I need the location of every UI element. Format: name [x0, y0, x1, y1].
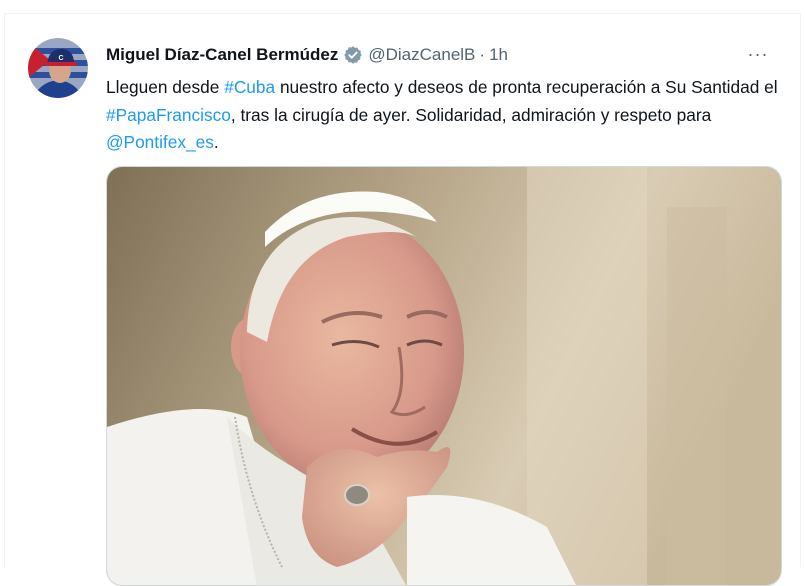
tweet-text-part: nuestro afecto y deseos de pronta recupe…: [275, 77, 778, 97]
tweet-header: Miguel Díaz-Canel Bermúdez @DiazCanelB ·…: [106, 44, 508, 66]
tweet-text-part: Lleguen desde: [106, 77, 225, 97]
tweet-text-part: , tras la cirugía de ayer. Solidaridad, …: [230, 104, 712, 125]
hashtag-papafrancisco-link[interactable]: #PapaFrancisco: [106, 105, 231, 125]
separator-dot: ·: [479, 45, 486, 64]
hashtag-cuba-link[interactable]: #Cuba: [224, 77, 275, 97]
avatar[interactable]: C: [28, 38, 88, 98]
tweet-text-part: .: [213, 132, 219, 153]
tweet-timestamp[interactable]: 1h: [489, 45, 508, 65]
author-name[interactable]: Miguel Díaz-Canel Bermúdez: [106, 45, 338, 65]
author-handle[interactable]: @DiazCanelB: [368, 45, 475, 65]
tweet-card[interactable]: C Miguel Díaz-Canel Bermúdez @DiazCanelB…: [4, 13, 801, 586]
tweet-text: Lleguen desde #Cuba nuestro afecto y des…: [106, 74, 786, 157]
verified-badge-icon: [343, 45, 363, 65]
svg-text:C: C: [58, 55, 63, 62]
tweet-photo[interactable]: [106, 166, 782, 586]
more-options-icon[interactable]: ···: [746, 42, 770, 66]
mention-pontifex-link[interactable]: @Pontifex_es: [106, 132, 214, 152]
